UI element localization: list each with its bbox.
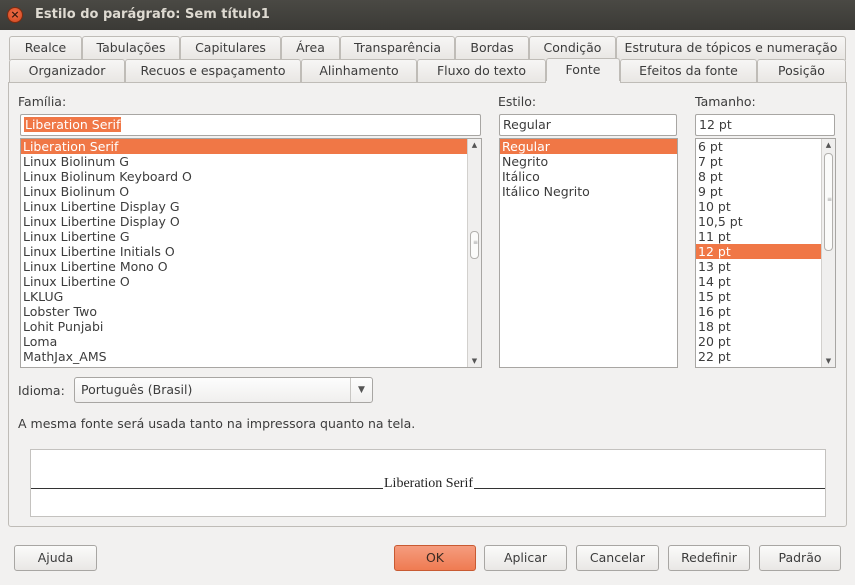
size-input[interactable]: 12 pt xyxy=(695,114,835,136)
scrollbar-thumb[interactable]: ≡ xyxy=(824,153,833,251)
size-item[interactable]: 9 pt xyxy=(696,184,821,199)
scroll-down-icon[interactable]: ▼ xyxy=(822,355,835,367)
style-item[interactable]: Itálico xyxy=(500,169,677,184)
family-item[interactable]: Linux Libertine Initials O xyxy=(21,244,467,259)
family-item[interactable]: Linux Libertine Mono O xyxy=(21,259,467,274)
style-item[interactable]: Negrito xyxy=(500,154,677,169)
family-scrollbar[interactable]: ▲ ≡ ▼ xyxy=(467,139,481,367)
scrollbar-thumb[interactable]: ≡ xyxy=(470,231,479,259)
family-input[interactable]: Liberation Serif xyxy=(20,114,481,136)
apply-button[interactable]: Aplicar xyxy=(484,545,567,571)
size-item[interactable]: 12 pt xyxy=(696,244,821,259)
family-item[interactable]: Lobster Two xyxy=(21,304,467,319)
font-preview: Liberation Serif xyxy=(30,449,826,517)
size-item[interactable]: 13 pt xyxy=(696,259,821,274)
family-item[interactable]: Loma xyxy=(21,334,467,349)
style-listbox[interactable]: Regular Negrito Itálico Itálico Negrito xyxy=(499,138,678,368)
style-item[interactable]: Itálico Negrito xyxy=(500,184,677,199)
size-item[interactable]: 6 pt xyxy=(696,139,821,154)
size-scrollbar[interactable]: ▲ ≡ ▼ xyxy=(821,139,835,367)
size-item[interactable]: 10,5 pt xyxy=(696,214,821,229)
size-listbox[interactable]: 6 pt 7 pt 8 pt 9 pt 10 pt 10,5 pt 11 pt … xyxy=(695,138,836,368)
size-item[interactable]: 10 pt xyxy=(696,199,821,214)
language-label: Idioma: xyxy=(18,383,65,398)
chevron-down-icon[interactable]: ▼ xyxy=(350,378,372,402)
size-item[interactable]: 14 pt xyxy=(696,274,821,289)
language-value: Português (Brasil) xyxy=(81,382,193,397)
style-label: Estilo: xyxy=(498,94,537,109)
family-item[interactable]: Linux Biolinum Keyboard O xyxy=(21,169,467,184)
family-listbox[interactable]: Liberation Serif Linux Biolinum G Linux … xyxy=(20,138,482,368)
family-item[interactable]: Linux Libertine O xyxy=(21,274,467,289)
size-item[interactable]: 8 pt xyxy=(696,169,821,184)
style-input[interactable]: Regular xyxy=(499,114,677,136)
size-item[interactable]: 16 pt xyxy=(696,304,821,319)
family-item[interactable]: Linux Biolinum O xyxy=(21,184,467,199)
family-item[interactable]: MathJax_AMS xyxy=(21,349,467,364)
scroll-up-icon[interactable]: ▲ xyxy=(822,139,835,151)
size-input-value: 12 pt xyxy=(699,117,732,132)
help-button[interactable]: Ajuda xyxy=(14,545,97,571)
reset-button[interactable]: Redefinir xyxy=(668,545,750,571)
family-item[interactable]: Linux Libertine Display O xyxy=(21,214,467,229)
cancel-button[interactable]: Cancelar xyxy=(576,545,659,571)
family-item[interactable]: Linux Libertine G xyxy=(21,229,467,244)
family-item[interactable]: Linux Biolinum G xyxy=(21,154,467,169)
size-item[interactable]: 11 pt xyxy=(696,229,821,244)
style-item[interactable]: Regular xyxy=(500,139,677,154)
size-label: Tamanho: xyxy=(695,94,756,109)
size-item[interactable]: 18 pt xyxy=(696,319,821,334)
style-input-value: Regular xyxy=(503,117,551,132)
size-item[interactable]: 20 pt xyxy=(696,334,821,349)
size-item[interactable]: 22 pt xyxy=(696,349,821,364)
scroll-up-icon[interactable]: ▲ xyxy=(468,139,481,151)
family-label: Família: xyxy=(18,94,67,109)
family-item[interactable]: Lohit Punjabi xyxy=(21,319,467,334)
family-item[interactable]: Linux Libertine Display G xyxy=(21,199,467,214)
size-item[interactable]: 7 pt xyxy=(696,154,821,169)
scroll-down-icon[interactable]: ▼ xyxy=(468,355,481,367)
family-item[interactable]: LKLUG xyxy=(21,289,467,304)
ok-button[interactable]: OK xyxy=(394,545,476,571)
preview-text: Liberation Serif xyxy=(383,476,475,492)
size-item[interactable]: 15 pt xyxy=(696,289,821,304)
standard-button[interactable]: Padrão xyxy=(759,545,841,571)
family-input-value: Liberation Serif xyxy=(24,117,122,132)
language-select[interactable]: Português (Brasil) ▼ xyxy=(74,377,373,403)
family-item[interactable]: Liberation Serif xyxy=(21,139,467,154)
font-info-text: A mesma fonte será usada tanto na impres… xyxy=(18,416,416,431)
